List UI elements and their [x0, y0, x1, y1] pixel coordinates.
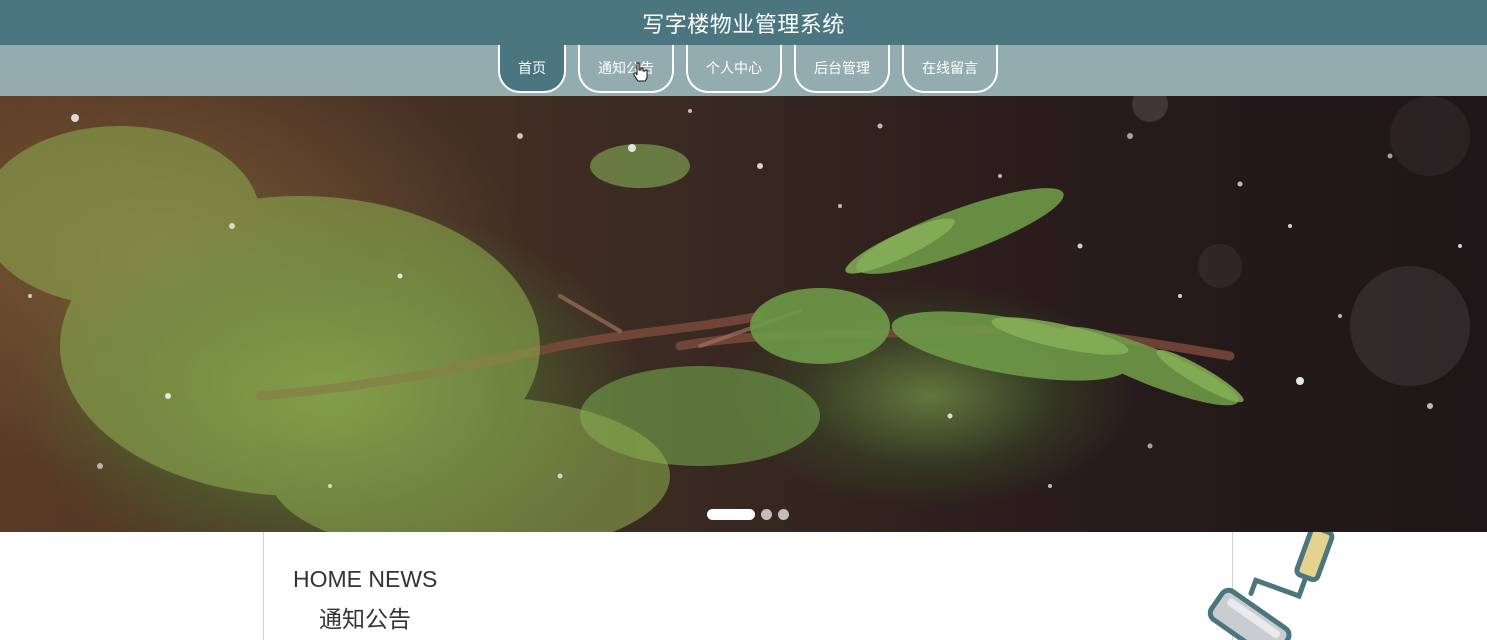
nav-item-admin[interactable]: 后台管理 — [794, 45, 890, 93]
banner-carousel[interactable] — [0, 96, 1487, 532]
carousel-dot-1[interactable] — [707, 509, 755, 520]
app-title-bar: 写字楼物业管理系统 — [0, 0, 1487, 45]
nav-list: 首页 通知公告 个人中心 后台管理 在线留言 — [498, 45, 998, 96]
nav-item-label: 首页 — [518, 61, 546, 77]
banner-image — [0, 96, 1470, 532]
news-heading-cn: 通知公告 — [319, 607, 411, 633]
nav-item-label: 后台管理 — [814, 61, 870, 77]
main-nav: 首页 通知公告 个人中心 后台管理 在线留言 — [0, 45, 1487, 96]
news-heading-en: HOME NEWS — [293, 566, 438, 592]
hand-pointer-icon — [633, 62, 648, 82]
nav-item-label: 在线留言 — [922, 61, 978, 77]
nav-item-home[interactable]: 首页 — [498, 45, 566, 93]
paint-roller-icon — [1207, 532, 1335, 640]
nav-item-profile[interactable]: 个人中心 — [686, 45, 782, 93]
nav-item-label: 个人中心 — [706, 61, 762, 77]
section-divider-left — [263, 532, 264, 640]
news-section: HOME NEWS 通知公告 — [0, 532, 1487, 640]
carousel-indicators — [707, 509, 789, 520]
carousel-dot-2[interactable] — [761, 509, 772, 520]
app-title: 写字楼物业管理系统 — [642, 12, 845, 38]
nav-item-notices[interactable]: 通知公告 — [578, 45, 674, 93]
nav-item-messages[interactable]: 在线留言 — [902, 45, 998, 93]
carousel-dot-3[interactable] — [778, 509, 789, 520]
